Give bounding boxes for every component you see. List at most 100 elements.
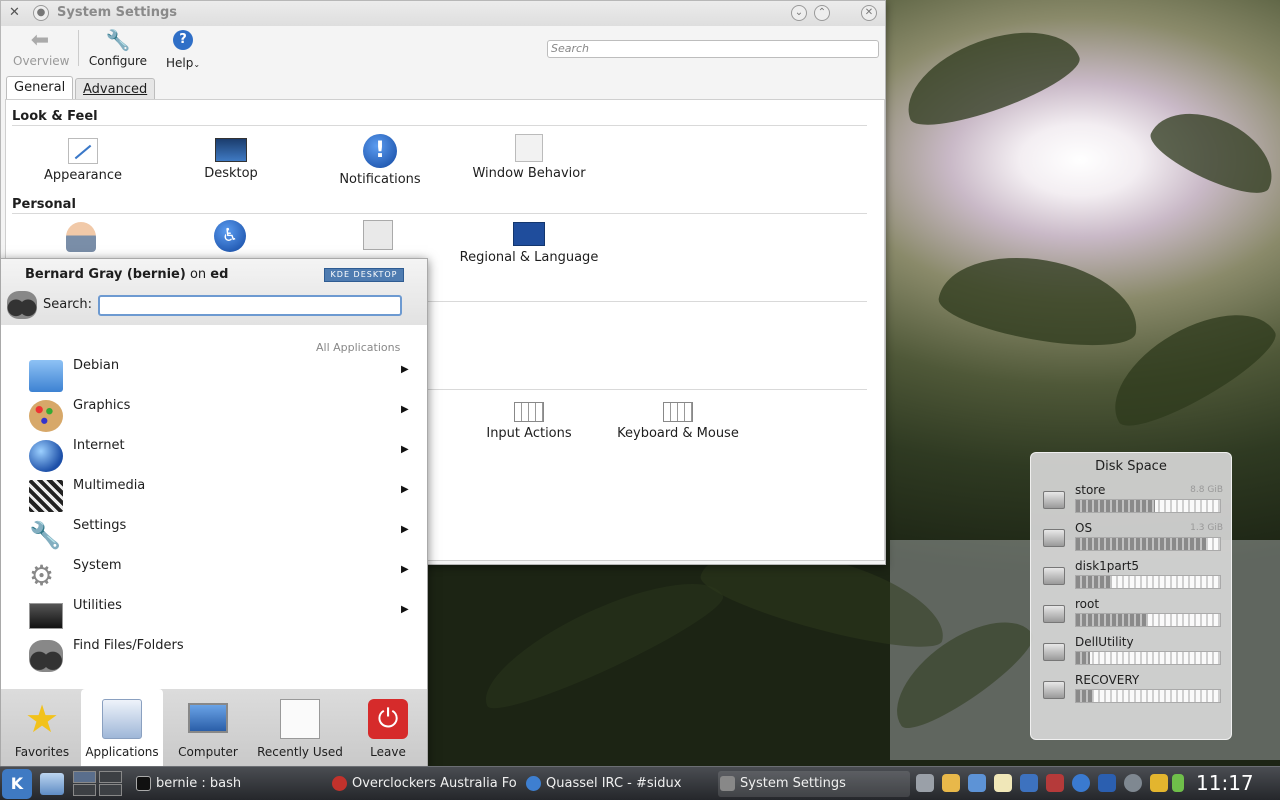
keyboard-icon xyxy=(514,402,544,422)
appearance-item[interactable]: Appearance xyxy=(8,134,158,183)
wrench-icon: 🔧 xyxy=(105,28,131,52)
default-applications-icon[interactable] xyxy=(363,220,393,250)
disk-row[interactable]: store 8.8 GiB xyxy=(1043,483,1225,521)
close-button[interactable]: ✕ xyxy=(861,5,877,21)
tab-general[interactable]: General xyxy=(6,76,74,100)
host-name: ed xyxy=(210,267,229,282)
desktop-label: Desktop xyxy=(204,166,258,181)
menu-item-find-files[interactable]: Find Files/Folders xyxy=(29,636,419,676)
disk-name: OS xyxy=(1075,521,1093,535)
clipboard-icon[interactable] xyxy=(942,774,960,792)
power-icon: ⏻ xyxy=(368,699,408,739)
tools-icon[interactable]: ✕ xyxy=(9,5,20,20)
kde-menu-button[interactable]: K xyxy=(2,769,32,799)
tab-applications[interactable]: Applications xyxy=(81,689,163,767)
breadcrumb-all-applications[interactable]: All Applications xyxy=(316,341,400,354)
palette-icon xyxy=(29,400,63,432)
disk-usage-fill xyxy=(1076,538,1206,550)
volume-icon[interactable] xyxy=(916,774,934,792)
browser-tray-icon[interactable] xyxy=(1072,774,1090,792)
notes-icon[interactable] xyxy=(994,774,1012,792)
disk-row[interactable]: RECOVERY xyxy=(1043,673,1225,711)
task-quassel[interactable]: Quassel IRC - #sidux xyxy=(524,771,712,797)
menu-item-utilities[interactable]: Utilities ▶ xyxy=(29,596,419,636)
back-arrow-icon: ⬅ xyxy=(30,28,50,53)
menu-item-system[interactable]: ⚙ System ▶ xyxy=(29,556,419,596)
pager-desktop-4[interactable] xyxy=(99,784,122,796)
menu-item-internet[interactable]: Internet ▶ xyxy=(29,436,419,476)
menu-item-settings[interactable]: 🔧 Settings ▶ xyxy=(29,516,419,556)
tab-label: Favorites xyxy=(14,745,70,759)
user-account-icon[interactable] xyxy=(66,222,96,252)
pager-desktop-1[interactable] xyxy=(73,771,96,783)
accessibility-icon[interactable]: ♿ xyxy=(214,220,246,252)
minimize-button[interactable]: ⌄ xyxy=(791,5,807,21)
settings-search-input[interactable]: Search xyxy=(547,40,879,58)
notifications-item[interactable]: ! Notifications xyxy=(305,134,455,187)
overview-button[interactable]: ⬅ Overview xyxy=(13,28,70,68)
sticky-icon[interactable]: ● xyxy=(33,5,49,21)
menu-item-debian[interactable]: Debian ▶ xyxy=(29,356,419,396)
regional-language-item[interactable]: Regional & Language xyxy=(454,222,604,265)
application-launcher-menu[interactable]: Bernard Gray (bernie) on ed KDE DESKTOP … xyxy=(0,258,429,767)
clock[interactable]: 11:17 xyxy=(1196,771,1254,795)
keyboard-mouse-icon xyxy=(663,402,693,422)
tools-icon xyxy=(720,776,735,791)
disk-row[interactable]: root xyxy=(1043,597,1225,635)
disk-row[interactable]: OS 1.3 GiB xyxy=(1043,521,1225,559)
keyboard-mouse-item[interactable]: Keyboard & Mouse xyxy=(603,398,753,441)
disk-row[interactable]: disk1part5 xyxy=(1043,559,1225,597)
task-browser[interactable]: Overclockers Australia Fo xyxy=(330,771,520,797)
disk-usage-fill xyxy=(1076,690,1094,702)
input-actions-item[interactable]: Input Actions xyxy=(454,398,604,441)
power-lightning-icon[interactable] xyxy=(1150,774,1168,792)
window-titlebar[interactable]: ✕ ● System Settings ⌄ ⌃ ✕ xyxy=(1,1,885,26)
toolbar: ⬅ Overview 🔧 Configure ? Help⌄ Search xyxy=(1,26,885,74)
tab-label: Recently Used xyxy=(257,745,343,759)
menu-item-label: System xyxy=(73,558,122,573)
file-manager-launcher-icon[interactable] xyxy=(40,773,64,795)
tab-leave[interactable]: ⏻ Leave xyxy=(347,689,429,767)
disk-name: root xyxy=(1075,597,1100,611)
tab-advanced[interactable]: Advanced xyxy=(75,78,156,99)
help-button[interactable]: ? Help⌄ xyxy=(161,28,205,70)
network-icon[interactable] xyxy=(968,774,986,792)
task-bash[interactable]: bernie : bash xyxy=(134,771,326,797)
tab-computer[interactable]: Computer xyxy=(167,689,249,767)
display-icon[interactable] xyxy=(1020,774,1038,792)
submenu-arrow-icon: ▶ xyxy=(401,564,409,575)
pager-desktop-3[interactable] xyxy=(73,784,96,796)
desktop-pager[interactable] xyxy=(73,771,123,797)
disk-name: disk1part5 xyxy=(1075,559,1140,573)
disk-space-widget[interactable]: Disk Space store 8.8 GiB OS 1.3 GiB disk1par… xyxy=(1030,452,1232,740)
configure-label: Configure xyxy=(88,54,148,68)
tab-favorites[interactable]: ★ Favorites xyxy=(1,689,83,767)
task-system-settings[interactable]: System Settings xyxy=(718,771,910,797)
maximize-button[interactable]: ⌃ xyxy=(814,5,830,21)
menu-item-label: Graphics xyxy=(73,398,131,413)
notifications-label: Notifications xyxy=(339,172,421,187)
hard-drive-icon xyxy=(1043,681,1065,699)
tab-recently-used[interactable]: Recently Used xyxy=(255,689,345,767)
window-behavior-item[interactable]: Window Behavior xyxy=(454,134,604,181)
menu-item-graphics[interactable]: Graphics ▶ xyxy=(29,396,419,436)
disk-row[interactable]: DellUtility xyxy=(1043,635,1225,673)
section-title-personal: Personal xyxy=(12,197,76,212)
security-icon[interactable] xyxy=(1046,774,1064,792)
disk-size: 1.3 GiB xyxy=(1190,523,1223,533)
search-label: Search: xyxy=(43,297,93,312)
launcher-search-input[interactable] xyxy=(98,295,402,316)
configure-button[interactable]: 🔧 Configure xyxy=(87,28,149,68)
task-label: System Settings xyxy=(740,776,846,791)
battery-icon[interactable] xyxy=(1172,774,1184,792)
bluetooth-icon[interactable] xyxy=(1098,774,1116,792)
info-icon[interactable] xyxy=(1124,774,1142,792)
disk-usage-bar xyxy=(1075,689,1221,703)
pager-desktop-2[interactable] xyxy=(99,771,122,783)
task-label: Overclockers Australia Fo xyxy=(352,776,517,791)
menu-item-multimedia[interactable]: Multimedia ▶ xyxy=(29,476,419,516)
disk-size: 8.8 GiB xyxy=(1190,485,1223,495)
help-icon: ? xyxy=(173,30,193,50)
desktop-item[interactable]: Desktop xyxy=(156,134,306,181)
hard-drive-icon xyxy=(1043,529,1065,547)
